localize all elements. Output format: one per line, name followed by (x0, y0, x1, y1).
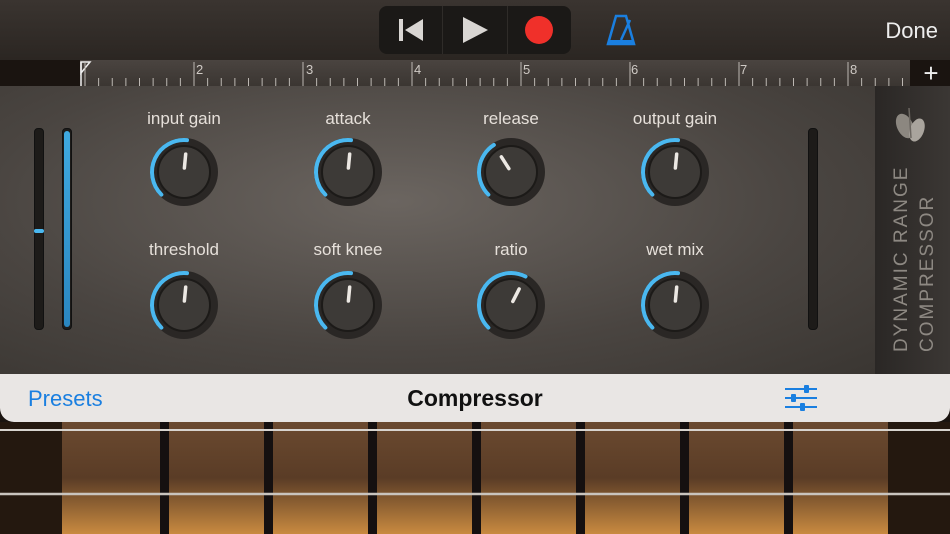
timeline-ruler[interactable]: 2 3 4 5 6 7 8 (80, 60, 910, 86)
bar-number: 2 (196, 62, 204, 77)
record-icon (525, 16, 554, 44)
transport-controls (379, 6, 571, 54)
plugin-toolbar: Presets Compressor (0, 374, 950, 422)
sliders-icon (785, 385, 817, 411)
plus-icon: + (923, 58, 939, 88)
bar-number: 7 (740, 62, 748, 77)
knob-pointer (346, 285, 352, 303)
fretboard-art (0, 422, 950, 534)
knob-release[interactable] (477, 138, 545, 206)
leaf-logo-icon (895, 107, 925, 142)
knob-pointer (673, 285, 679, 303)
metronome-icon (606, 14, 636, 46)
knob-soft-knee[interactable] (314, 271, 382, 339)
rewind-button[interactable] (379, 6, 444, 54)
compressor-panel: input gain attack release output gain th… (0, 86, 875, 374)
bar-number: 4 (414, 62, 422, 77)
skip-to-start-icon (398, 19, 423, 41)
instrument-fretboard[interactable] (0, 422, 950, 534)
side-title-line1: DYNAMIC RANGE (891, 166, 912, 352)
knob-threshold[interactable] (150, 271, 218, 339)
knob-pointer (673, 152, 679, 170)
side-panel-art: DYNAMIC RANGE COMPRESSOR (891, 107, 938, 352)
add-section-button[interactable]: + (918, 60, 944, 86)
knob-output-gain[interactable] (641, 138, 709, 206)
knob-input-gain[interactable] (150, 138, 218, 206)
knob-pointer (346, 152, 352, 170)
bar-number: 6 (631, 62, 639, 77)
record-button[interactable] (508, 6, 571, 54)
done-button[interactable]: Done (885, 18, 938, 44)
knob-pointer (182, 285, 188, 303)
knobs-layer (150, 138, 709, 339)
play-button[interactable] (443, 6, 508, 54)
plugin-settings-button[interactable] (784, 384, 818, 412)
knob-wet-mix[interactable] (641, 271, 709, 339)
bar-number: 3 (306, 62, 314, 77)
knob-attack[interactable] (314, 138, 382, 206)
metronome-button[interactable] (604, 14, 638, 48)
side-title-line2: COMPRESSOR (917, 195, 938, 352)
play-icon (462, 17, 488, 43)
bar-number: 5 (523, 62, 531, 77)
knob-pointer (182, 152, 188, 170)
knob-ratio[interactable] (477, 271, 545, 339)
plugin-side-panel: DYNAMIC RANGE COMPRESSOR (875, 86, 950, 374)
ruler-ticks (80, 61, 903, 86)
bar-number: 8 (850, 62, 858, 77)
